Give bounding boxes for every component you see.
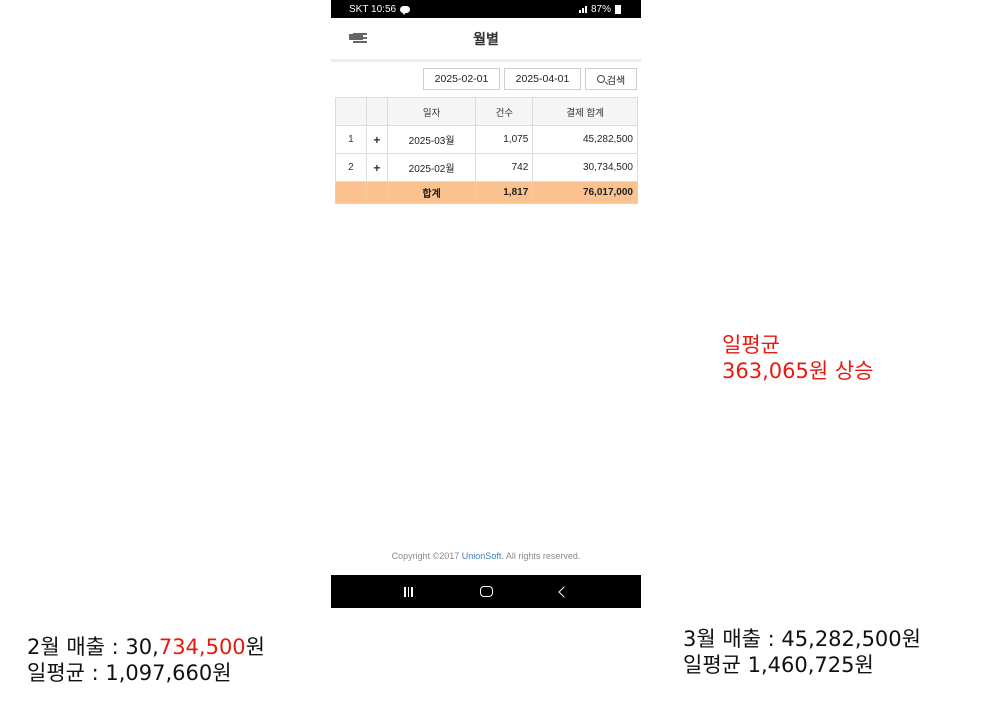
battery-icon — [615, 4, 621, 14]
brand-link[interactable]: UnionSoft — [462, 551, 502, 561]
home-icon[interactable] — [479, 586, 493, 597]
row-date: 2025-03월 — [386, 125, 477, 154]
daily-average-increase-note: 일평균 363,065원 상승 — [722, 332, 873, 385]
table-total-row: 합계 1,817 76,017,000 — [335, 181, 638, 204]
note-left-line2: 일평균 : 1,097,660원 — [27, 661, 232, 686]
date-filter-bar: 검색 — [423, 68, 637, 90]
note-left-line1: 2월 매출 : 30,734,500원 — [27, 634, 265, 660]
monthly-sales-table: 일자 건수 결제 합계 1 + 2025-03월 1,075 45,282,50… — [335, 97, 638, 204]
copyright-suffix: . All rights reserved. — [501, 551, 581, 561]
row-total: 45,282,500 — [532, 125, 638, 154]
header-date[interactable]: 일자 — [386, 97, 477, 126]
header-total[interactable]: 결제 합계 — [532, 97, 638, 126]
menu-icon[interactable] — [349, 32, 369, 46]
note-left-suffix: 원 — [245, 635, 265, 659]
recent-apps-icon[interactable] — [404, 586, 413, 597]
signal-icon — [578, 5, 587, 13]
note-mid-line1: 일평균 — [722, 333, 780, 357]
note-mid-line2: 363,065원 상승 — [722, 359, 874, 384]
row-number: 1 — [335, 125, 367, 154]
table-header-row: 일자 건수 결제 합계 — [335, 97, 638, 126]
total-spacer-1 — [335, 181, 367, 204]
total-label: 합계 — [386, 181, 477, 204]
row-total: 30,734,500 — [532, 153, 638, 182]
note-right-line2: 일평균 1,460,725원 — [683, 653, 874, 678]
expand-row-button[interactable]: + — [365, 125, 388, 154]
back-icon[interactable] — [557, 585, 570, 598]
table-row[interactable]: 2 + 2025-02월 742 30,734,500 — [335, 153, 638, 182]
message-icon — [400, 5, 411, 15]
phone-screenshot: SKT 10:56 87% 월별 검색 일자 — [331, 0, 641, 608]
table-row[interactable]: 1 + 2025-03월 1,075 45,282,500 — [335, 125, 638, 154]
search-icon — [596, 75, 605, 83]
android-nav-bar — [331, 575, 641, 608]
header-count[interactable]: 건수 — [475, 97, 534, 126]
header-no — [335, 97, 367, 126]
status-bar: SKT 10:56 87% — [331, 0, 641, 18]
row-count: 742 — [475, 153, 534, 182]
note-left-highlight: 734,500 — [158, 635, 246, 659]
copyright-footer: Copyright ©2017 UnionSoft. All rights re… — [331, 551, 641, 561]
end-date-input[interactable] — [504, 68, 581, 90]
row-date: 2025-02월 — [386, 153, 477, 182]
row-count: 1,075 — [475, 125, 534, 154]
february-sales-note: 2월 매출 : 30,734,500원 일평균 : 1,097,660원 — [27, 634, 265, 687]
note-right-line1: 3월 매출 : 45,282,500원 — [683, 627, 921, 651]
expand-row-button[interactable]: + — [365, 153, 388, 182]
header-expand — [365, 97, 388, 126]
app-bar: 월별 — [331, 18, 641, 62]
start-date-input[interactable] — [423, 68, 500, 90]
search-button[interactable]: 검색 — [585, 68, 637, 90]
search-button-label: 검색 — [606, 75, 626, 87]
copyright-prefix: Copyright ©2017 — [391, 551, 462, 561]
page-title: 월별 — [473, 31, 499, 48]
note-left-prefix: 2월 매출 : 30, — [27, 635, 159, 659]
total-count: 1,817 — [475, 181, 534, 204]
status-carrier-time: SKT 10:56 — [349, 3, 397, 15]
march-sales-note: 3월 매출 : 45,282,500원 일평균 1,460,725원 — [683, 626, 921, 679]
total-amount: 76,017,000 — [532, 181, 638, 204]
battery-percent: 87% — [590, 3, 611, 15]
total-spacer-2 — [365, 181, 388, 204]
row-number: 2 — [335, 153, 367, 182]
